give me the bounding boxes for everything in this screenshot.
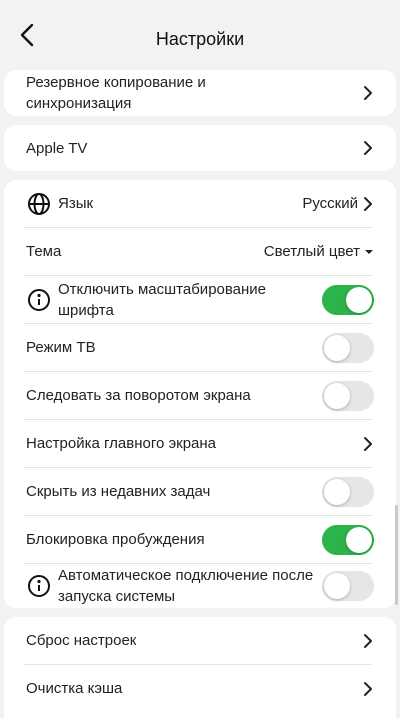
chevron-right-icon xyxy=(362,633,374,649)
language-row[interactable]: Язык Русский xyxy=(4,180,396,227)
maintenance-card: Сброс настроек Очистка кэша xyxy=(4,617,396,718)
tv-mode-label: Режим TB xyxy=(26,339,96,356)
home-screen-settings-row[interactable]: Настройка главного экрана xyxy=(4,420,396,467)
clear-cache-row[interactable]: Очистка кэша xyxy=(4,665,396,712)
theme-row[interactable]: Тема Светлый цвет xyxy=(4,228,396,275)
hide-recent-tasks-row: Скрыть из недавних задач xyxy=(4,468,396,515)
reset-settings-label: Сброс настроек xyxy=(26,632,137,649)
scrollbar[interactable] xyxy=(395,505,398,605)
follow-rotation-label: Следовать за поворотом экрана xyxy=(26,387,251,404)
apple-tv-card: Apple TV xyxy=(4,125,396,171)
language-label: Язык xyxy=(58,195,94,212)
apple-tv-label: Apple TV xyxy=(26,139,88,157)
clear-cache-label: Очистка кэша xyxy=(26,680,123,697)
home-screen-settings-label: Настройка главного экрана xyxy=(26,435,217,452)
chevron-right-icon xyxy=(362,140,374,156)
backup-row[interactable]: Резервное копирование и синхронизация xyxy=(4,70,396,116)
disable-font-scaling-label: Отключить масштабирование шрифта xyxy=(58,280,267,319)
chevron-left-icon xyxy=(20,23,34,47)
back-button[interactable] xyxy=(14,22,40,48)
chevron-right-icon xyxy=(362,196,374,212)
follow-rotation-row: Следовать за поворотом экрана xyxy=(4,372,396,419)
header: Настройки xyxy=(0,0,400,70)
auto-connect-label: Автоматическое подключение после запуска… xyxy=(58,567,314,605)
reset-settings-row[interactable]: Сброс настроек xyxy=(4,617,396,664)
chevron-right-icon xyxy=(362,85,374,101)
hide-recent-tasks-toggle[interactable] xyxy=(322,476,374,507)
theme-value: Светлый цвет xyxy=(263,243,360,260)
wake-lock-row: Блокировка пробуждения xyxy=(4,516,396,563)
tv-mode-toggle[interactable] xyxy=(322,332,374,363)
disable-font-scaling-toggle[interactable] xyxy=(322,284,374,315)
wake-lock-toggle[interactable] xyxy=(322,524,374,555)
chevron-right-icon xyxy=(362,436,374,452)
page-title: Настройки xyxy=(155,28,245,49)
backup-label: Резервное копирование и синхронизация xyxy=(26,74,206,112)
apple-tv-row[interactable]: Apple TV xyxy=(4,125,396,171)
info-icon[interactable] xyxy=(26,287,52,313)
settings-card: Язык Русский Тема Светлый цвет Отключить… xyxy=(4,180,396,608)
follow-rotation-toggle[interactable] xyxy=(322,380,374,411)
auto-connect-toggle[interactable] xyxy=(322,571,374,601)
info-icon[interactable] xyxy=(26,573,52,599)
language-value: Русский xyxy=(302,195,358,212)
tv-mode-row: Режим TB xyxy=(4,324,396,371)
disable-font-scaling-row: Отключить масштабирование шрифта xyxy=(4,276,396,323)
chevron-right-icon xyxy=(362,681,374,697)
caret-down-icon xyxy=(364,248,374,256)
globe-icon xyxy=(26,191,52,217)
auto-connect-row: Автоматическое подключение после запуска… xyxy=(4,564,396,608)
wake-lock-label: Блокировка пробуждения xyxy=(26,531,205,548)
theme-label: Тема xyxy=(26,243,62,260)
hide-recent-tasks-label: Скрыть из недавних задач xyxy=(26,483,211,500)
backup-card: Резервное копирование и синхронизация xyxy=(4,70,396,116)
